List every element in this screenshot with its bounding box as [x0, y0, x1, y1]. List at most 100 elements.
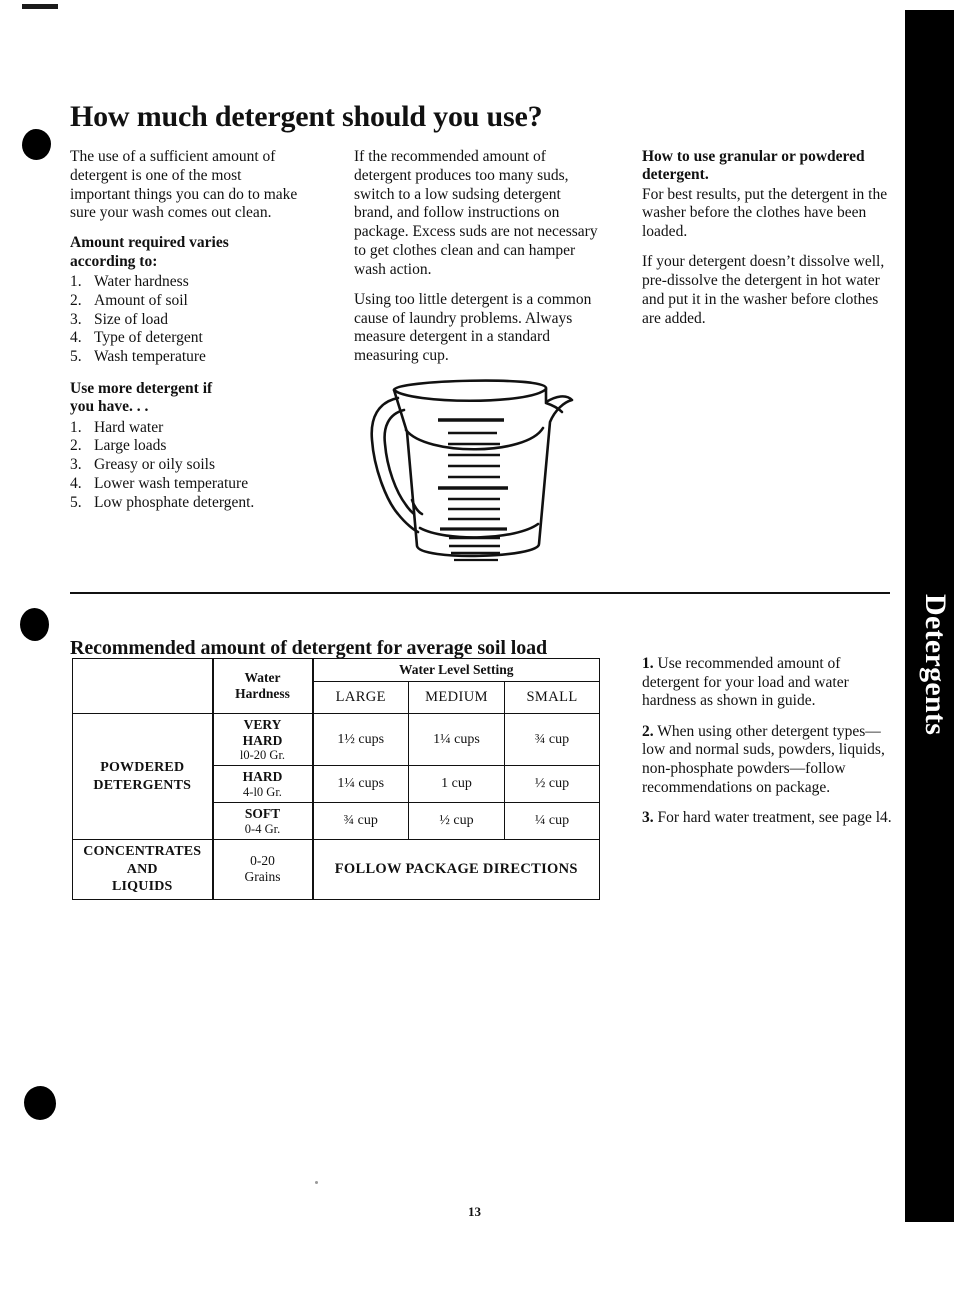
text-column-1: The use of a sufficient amount of deterg…: [70, 148, 300, 513]
row-label-concentrates-and-liquids: CONCENTRATES AND LIQUIDS: [72, 839, 214, 900]
list-item-number: 2.: [70, 437, 82, 455]
margin-bullet-icon-bottom: [24, 1086, 56, 1120]
list-item-number: 1.: [70, 418, 82, 436]
concentrates-label-line2: AND: [126, 861, 158, 877]
subhead-granular-line2: detergent.: [642, 166, 709, 184]
water-hardness-line1: Water: [244, 670, 281, 686]
granular-paragraph-2: If your detergent doesn’t dissolve well,…: [642, 253, 885, 327]
cell-hardness-hard: HARD 4-l0 Gr.: [212, 765, 314, 804]
guide-item-number: 3.: [642, 809, 654, 827]
text-column-3: How to use granular or powdered detergen…: [642, 148, 892, 339]
hardness-grains: l0-20 Gr.: [239, 748, 286, 763]
guide-item-2: 2. When using other detergent types—low …: [642, 723, 897, 797]
concentrates-label-line3: LIQUIDS: [111, 879, 173, 895]
subhead-granular-line1: How to use granular or powdered: [642, 148, 865, 165]
list-use-more-detergent: 1. Hard water 2. Large loads 3. Greasy o…: [70, 419, 300, 513]
row-label-powdered-detergents: POWDERED DETERGENTS: [72, 712, 214, 841]
cell-soft-small: ¼ cup: [503, 802, 601, 841]
powdered-label-line2: DETERGENTS: [93, 777, 192, 793]
suds-paragraph: If the recommended amount of detergent p…: [354, 148, 598, 278]
table-header-medium: MEDIUM: [408, 681, 505, 714]
list-item: 4. Type of detergent: [70, 329, 300, 348]
measuring-paragraph: Using too little detergent is a common c…: [354, 290, 592, 365]
subhead-amount-required-line2: according to:: [70, 252, 158, 270]
table-row: POWDERED DETERGENTS VERY HARD l0-20 Gr. …: [72, 712, 601, 841]
list-item-label: Water hardness: [94, 272, 189, 290]
list-item: 3. Greasy or oily soils: [70, 456, 300, 475]
list-item-label: Hard water: [94, 418, 164, 436]
list-item: 5. Low phosphate detergent.: [70, 494, 300, 513]
table-header-small: SMALL: [503, 681, 601, 714]
list-item-number: 3.: [70, 456, 82, 474]
subhead-use-more-line2: you have. . .: [70, 398, 149, 416]
table-header-large: LARGE: [312, 681, 409, 714]
scan-speck: [315, 1181, 318, 1184]
list-item: 3. Size of load: [70, 311, 300, 330]
list-item-label: Wash temperature: [94, 348, 206, 366]
table-corner-blank: [72, 658, 214, 714]
section-title: Recommended amount of detergent for aver…: [70, 636, 548, 659]
list-item-number: 2.: [70, 291, 82, 309]
section-divider: [70, 592, 890, 594]
list-item: 4. Lower wash temperature: [70, 475, 300, 494]
concentrates-grains-line2: Grains: [244, 869, 281, 885]
cell-concentrates-grains: 0-20 Grains: [212, 839, 314, 900]
cell-hardness-very-hard: VERY HARD l0-20 Gr.: [212, 712, 314, 767]
page-edge-mark: [22, 4, 58, 9]
margin-bullet-icon-top: [22, 129, 51, 160]
guide-item-3: 3. For hard water treatment, see page l4…: [642, 809, 897, 828]
list-item: 5. Wash temperature: [70, 348, 300, 367]
list-item-number: 4.: [70, 475, 82, 493]
intro-paragraph: The use of a sufficient amount of deterg…: [70, 148, 298, 222]
list-item-number: 5.: [70, 348, 82, 366]
table-header-water-hardness: Water Hardness: [212, 658, 314, 714]
list-item-label: Lower wash temperature: [94, 475, 249, 493]
cell-hardness-soft: SOFT 0-4 Gr.: [212, 802, 314, 841]
side-tab-label: Detergents: [919, 594, 952, 736]
list-item-label: Greasy or oily soils: [94, 456, 215, 474]
table-row: CONCENTRATES AND LIQUIDS 0-20 Grains FOL…: [72, 839, 601, 900]
cell-hard-large: 1¼ cups: [312, 765, 409, 804]
granular-paragraph-1: For best results, put the detergent in t…: [642, 185, 888, 241]
page-number: 13: [0, 1204, 954, 1220]
list-amount-required: 1. Water hardness 2. Amount of soil 3. S…: [70, 273, 300, 367]
guide-item-text: For hard water treatment, see page l4.: [657, 809, 892, 827]
text-column-2: If the recommended amount of detergent p…: [354, 148, 602, 377]
guide-instructions-list: 1. Use recommended amount of detergent f…: [642, 655, 897, 828]
list-item-label: Type of detergent: [94, 329, 203, 347]
detergent-amount-table: Water Hardness Water Level Setting LARGE…: [72, 658, 601, 900]
list-item: 2. Amount of soil: [70, 292, 300, 311]
hardness-grains: 4-l0 Gr.: [243, 784, 282, 799]
list-item-number: 4.: [70, 329, 82, 347]
list-item-label: Amount of soil: [94, 291, 188, 309]
concentrates-grains-line1: 0-20: [250, 853, 275, 869]
guide-item-number: 2.: [642, 722, 654, 740]
hardness-line1: VERY: [243, 717, 282, 732]
list-item-number: 1.: [70, 272, 82, 290]
hardness-line1: HARD: [242, 769, 283, 785]
subhead-amount-required-line1: Amount required varies: [70, 234, 229, 252]
powdered-label-line1: POWDERED: [100, 760, 185, 776]
list-item: 1. Water hardness: [70, 273, 300, 292]
list-item: 1. Hard water: [70, 419, 300, 438]
page-number-value: 13: [468, 1204, 481, 1219]
guide-item-text: When using other detergent types—low and…: [642, 722, 885, 796]
list-item-label: Size of load: [94, 310, 169, 328]
cell-soft-medium: ½ cup: [408, 802, 505, 841]
cell-very-hard-small: ¾ cup: [503, 712, 601, 767]
hardness-line2: HARD: [242, 732, 283, 748]
list-item-label: Low phosphate detergent.: [94, 493, 255, 511]
cell-hard-small: ½ cup: [503, 765, 601, 804]
list-item-label: Large loads: [94, 437, 167, 455]
hardness-line1: SOFT: [244, 806, 281, 822]
subhead-use-more-line1: Use more detergent if: [70, 380, 213, 398]
hardness-grains: 0-4 Gr.: [244, 821, 281, 836]
margin-bullet-icon-middle: [20, 608, 49, 641]
cell-follow-package-directions: FOLLOW PACKAGE DIRECTIONS: [311, 839, 601, 900]
guide-item-1: 1. Use recommended amount of detergent f…: [642, 655, 897, 711]
guide-item-text: Use recommended amount of detergent for …: [642, 655, 849, 710]
table-header-water-level-setting: Water Level Setting: [311, 658, 601, 682]
list-item-number: 3.: [70, 310, 82, 328]
cell-soft-large: ¾ cup: [312, 802, 409, 841]
cell-very-hard-medium: 1¼ cups: [408, 712, 505, 767]
